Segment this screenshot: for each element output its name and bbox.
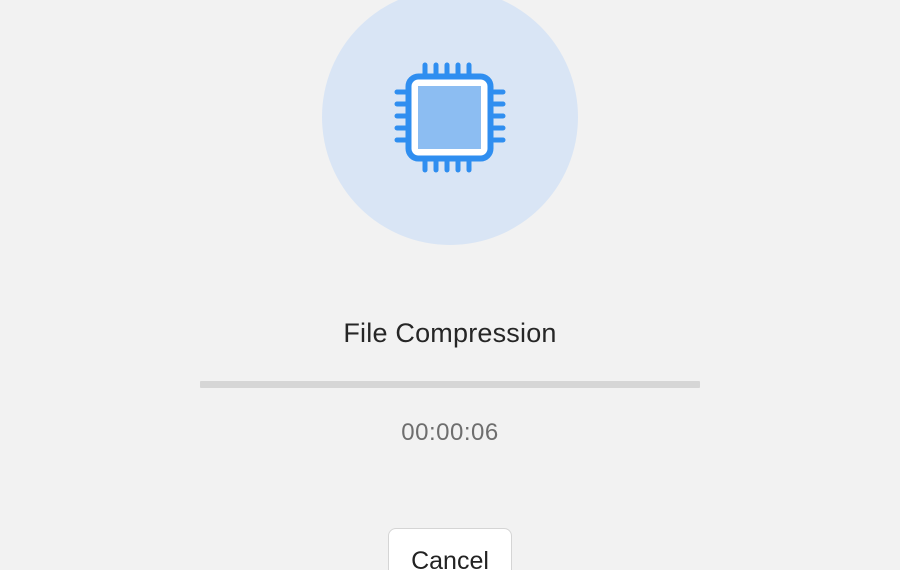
progress-dialog: File Compression 00:00:06 Cancel — [0, 0, 900, 570]
elapsed-time: 00:00:06 — [401, 419, 499, 446]
progress-bar — [200, 381, 700, 388]
cpu-chip-icon — [394, 62, 506, 173]
task-title: File Compression — [343, 318, 557, 348]
cancel-button[interactable]: Cancel — [388, 528, 512, 570]
